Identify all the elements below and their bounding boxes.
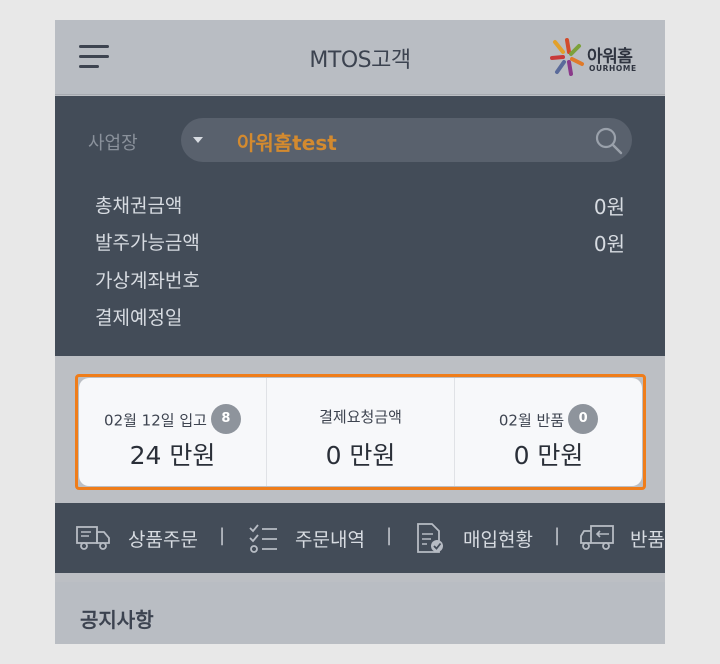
quick-menu-purchase-status[interactable]: 매입현황: [413, 503, 543, 573]
account-info-panel: 사업장 아워홈test 총채권금액 0원 발주가능금액 0원 가상계좌번호 결제…: [55, 96, 665, 356]
search-icon[interactable]: [592, 124, 626, 158]
quick-menu-label: 주문내역: [295, 529, 365, 551]
info-label: 결제예정일: [95, 307, 183, 329]
info-row-order-available: 발주가능금액 0원: [95, 228, 625, 258]
summary-card: 02월 12일 입고 8 24 만원 결제요청금액 0 만원 02월 반품 0 0 …: [79, 378, 642, 486]
summary-amount: 0 만원: [325, 441, 396, 470]
info-label: 가상계좌번호: [95, 270, 200, 292]
app-header: MTOS고객 아워홈 OURHOME: [55, 20, 665, 95]
ourhome-logo[interactable]: 아워홈 OURHOME: [549, 38, 649, 78]
summary-amount: 24 만원: [129, 441, 216, 470]
quick-menu-returns[interactable]: 반품: [579, 503, 665, 573]
info-row-virtual-account: 가상계좌번호: [95, 266, 625, 296]
info-label: 총채권금액: [95, 195, 183, 217]
info-value: 0원: [593, 232, 625, 256]
info-label: 발주가능금액: [95, 232, 200, 254]
count-badge: 8: [210, 404, 241, 434]
summary-label: 02월 12일 입고: [104, 411, 207, 430]
info-value: 0원: [593, 195, 625, 219]
summary-cell-incoming[interactable]: 02월 12일 입고 8 24 만원: [79, 378, 267, 486]
summary-head: 02월 12일 입고 8: [79, 404, 266, 436]
summary-label: 02월 반품: [498, 411, 565, 430]
summary-head: 02월 반품 0: [455, 404, 642, 436]
summary-label: 결제요청금액: [319, 408, 402, 426]
truck-icon: [76, 526, 110, 550]
quick-menu-bar: 상품주문 | 주문내역 | 매입현황 | 반품: [55, 503, 665, 573]
dropdown-arrow-icon: [193, 137, 203, 143]
info-row-payment-date: 결제예정일: [95, 303, 625, 333]
summary-head: 결제요청금액: [267, 406, 454, 427]
notice-title: 공지사항: [80, 608, 154, 632]
quick-menu-product-order[interactable]: 상품주문: [75, 503, 205, 573]
quick-menu-separator: |: [386, 525, 393, 546]
notice-section: 공지사항: [55, 582, 665, 644]
quick-menu-label: 매입현황: [463, 529, 533, 551]
quick-menu-order-history[interactable]: 주문내역: [245, 503, 375, 573]
info-row-total-receivable: 총채권금액 0원: [95, 191, 625, 221]
business-value: 아워홈test: [237, 131, 337, 155]
logo-subtext: OURHOME: [589, 64, 637, 73]
quick-menu-label: 상품주문: [128, 529, 198, 551]
summary-cell-payment-request[interactable]: 결제요청금액 0 만원: [267, 378, 455, 486]
logo-mark-icon: [550, 38, 584, 76]
document-check-icon: [417, 523, 443, 553]
summary-amount: 0 만원: [513, 441, 584, 470]
checklist-icon: [249, 524, 277, 553]
quick-menu-separator: |: [219, 525, 226, 546]
count-badge: 0: [568, 404, 599, 434]
business-select[interactable]: 아워홈test: [181, 118, 632, 162]
summary-cell-returns[interactable]: 02월 반품 0 0 만원: [455, 378, 642, 486]
business-label: 사업장: [88, 133, 138, 154]
quick-menu-separator: |: [554, 525, 561, 546]
quick-menu-label: 반품: [630, 529, 665, 551]
app-screen: MTOS고객 아워홈 OURHOME 사업장 아워홈test 총채권금액 0원 …: [55, 20, 665, 644]
return-truck-icon: [580, 525, 614, 550]
